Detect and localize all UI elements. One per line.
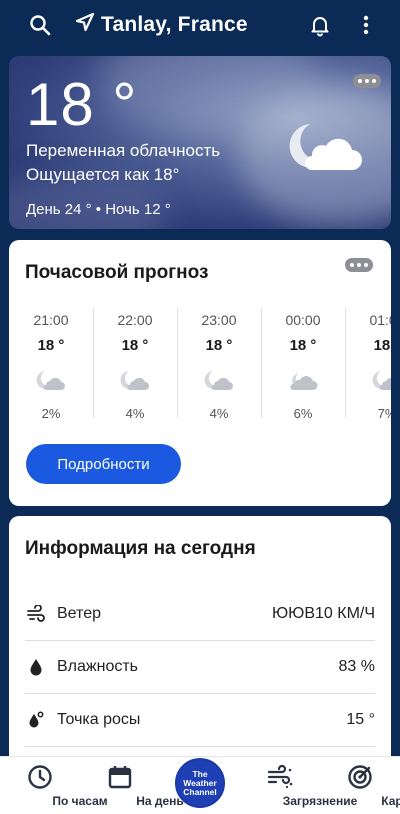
wind-row: Ветер ЮЮВ10 КМ/Ч xyxy=(25,588,375,640)
hour-time: 23:00 xyxy=(201,312,237,328)
hour-precip: 7% xyxy=(377,406,391,421)
card-menu-button[interactable] xyxy=(353,74,381,88)
dew-point-row: Точка росы 15 ° xyxy=(25,694,375,746)
bell-icon[interactable] xyxy=(308,13,332,37)
mostly-cloudy-night-icon xyxy=(287,368,319,399)
wind-value: ЮЮВ10 КМ/Ч xyxy=(272,605,375,622)
air-quality-icon xyxy=(266,764,294,795)
hour-item[interactable]: 21:00 18 ° 2% xyxy=(9,308,93,421)
dew-point-label: Точка росы xyxy=(57,711,141,728)
partly-cloudy-night-icon xyxy=(371,368,391,399)
radar-icon xyxy=(347,764,373,795)
hour-item[interactable]: 23:00 18 ° 4% xyxy=(177,308,261,421)
hour-item[interactable]: 01:00 18 ° 7% xyxy=(345,308,391,421)
divider xyxy=(25,746,375,747)
hour-temp: 18 ° xyxy=(289,337,317,354)
partly-cloudy-night-icon xyxy=(284,118,364,183)
logo-text-line: Channel xyxy=(183,786,217,797)
humidity-row: Влажность 83 % xyxy=(25,641,375,693)
partly-cloudy-night-icon xyxy=(203,368,235,399)
hour-temp: 18 ° xyxy=(373,337,391,354)
humidity-value: 83 % xyxy=(338,658,375,675)
hour-time: 00:00 xyxy=(285,312,321,328)
partly-cloudy-night-icon xyxy=(119,368,151,399)
wind-icon xyxy=(25,603,47,625)
hour-item[interactable]: 00:00 18 ° 6% xyxy=(261,308,345,421)
hourly-forecast-card: Почасовой прогноз 21:00 18 ° 2% 22:00 18… xyxy=(9,240,391,506)
hour-item[interactable]: 22:00 18 ° 4% xyxy=(93,308,177,421)
clock-icon xyxy=(27,764,53,795)
search-icon[interactable] xyxy=(28,13,52,37)
details-button[interactable]: Подробности xyxy=(26,444,181,484)
hour-time: 21:00 xyxy=(33,312,69,328)
feels-like: Ощущается как 18° xyxy=(26,165,180,184)
card-menu-button[interactable] xyxy=(345,258,373,272)
hour-time: 22:00 xyxy=(117,312,153,328)
calendar-icon xyxy=(107,764,133,795)
nav-air-quality[interactable]: Загрязнение xyxy=(240,757,357,814)
top-bar: Tanlay, France xyxy=(0,0,400,52)
current-conditions-card[interactable]: 18 ° Переменная облачность Ощущается как… xyxy=(9,56,391,229)
hour-time: 01:00 xyxy=(369,312,391,328)
current-condition: Переменная облачность xyxy=(26,141,221,160)
hourly-list[interactable]: 21:00 18 ° 2% 22:00 18 ° 4% 23:00 18 ° 4… xyxy=(9,308,391,421)
nav-label: Карты xyxy=(381,794,400,808)
nav-maps[interactable]: Карты xyxy=(320,757,400,814)
day-night-temps: День 24 ° • Ночь 12 ° xyxy=(26,201,171,218)
location-title: Tanlay, France xyxy=(101,12,248,36)
weather-channel-logo[interactable]: The Weather Channel xyxy=(175,758,225,808)
nav-daily[interactable]: На день xyxy=(80,757,184,814)
nav-hourly[interactable]: По часам xyxy=(0,757,108,814)
hour-temp: 18 ° xyxy=(205,337,233,354)
hour-precip: 2% xyxy=(41,406,61,421)
today-details-card: Информация на сегодня Ветер ЮЮВ10 КМ/Ч В… xyxy=(9,516,391,776)
hour-precip: 4% xyxy=(209,406,229,421)
hour-precip: 6% xyxy=(293,406,313,421)
dew-point-icon xyxy=(25,709,47,731)
hour-temp: 18 ° xyxy=(37,337,65,354)
more-vert-icon[interactable] xyxy=(356,13,376,37)
hour-precip: 4% xyxy=(125,406,145,421)
wind-label: Ветер xyxy=(57,605,101,622)
dew-point-value: 15 ° xyxy=(346,711,375,728)
hour-temp: 18 ° xyxy=(121,337,149,354)
hourly-title: Почасовой прогноз xyxy=(25,262,209,283)
humidity-drop-icon xyxy=(25,656,47,678)
location-arrow-icon xyxy=(75,12,95,37)
today-title: Информация на сегодня xyxy=(25,538,256,559)
humidity-label: Влажность xyxy=(57,658,139,675)
location-selector[interactable]: Tanlay, France xyxy=(75,12,248,37)
current-temperature: 18 ° xyxy=(26,71,138,138)
partly-cloudy-night-icon xyxy=(35,368,67,399)
